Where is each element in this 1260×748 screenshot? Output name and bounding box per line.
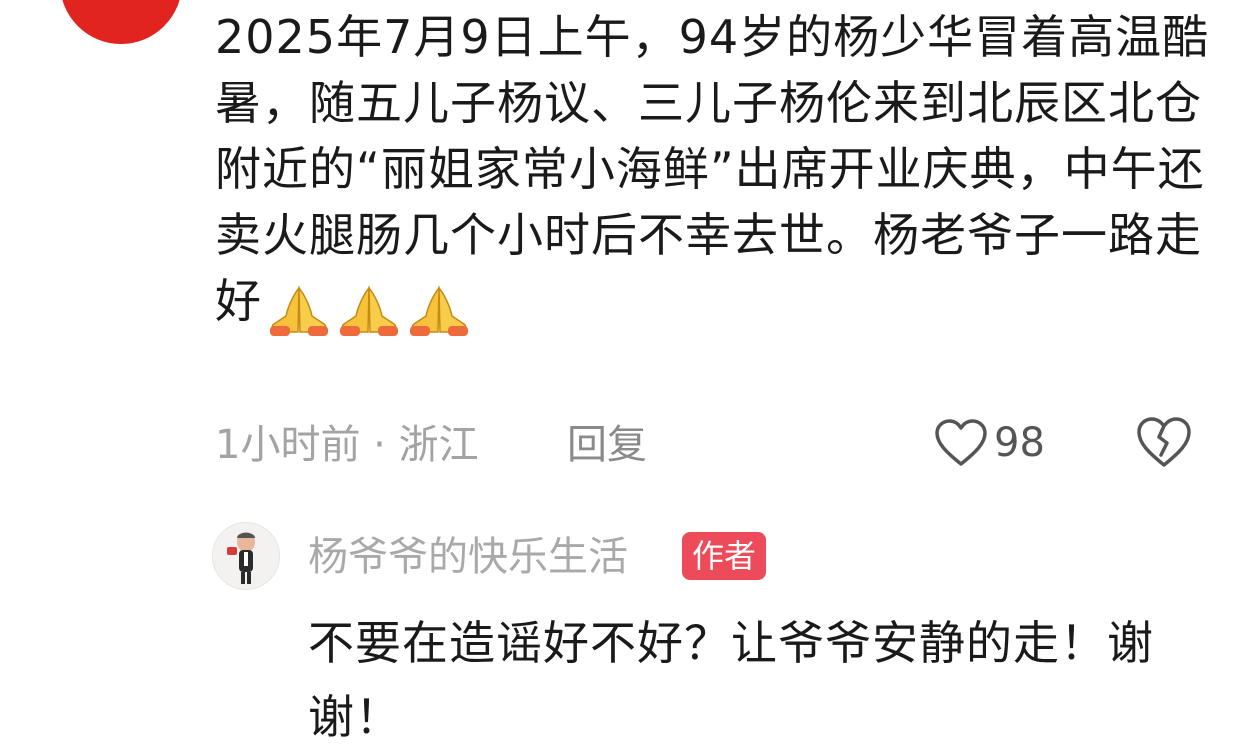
heart-icon (935, 419, 987, 466)
folded-hands-icon (340, 285, 398, 336)
comment-screen: 2025年7月9日上午，94岁的杨少华冒着高温酷暑，随五儿子杨议、三儿子杨伦来到… (0, 0, 1260, 748)
like-button[interactable]: 98 (934, 415, 1045, 471)
commenter-avatar[interactable] (60, 0, 182, 44)
elderly-man-avatar-icon (213, 523, 279, 589)
reply-body: 不要在造谣好不好？让爷爷安静的走！谢谢！ (308, 616, 1154, 744)
comment-time: 1小时前 (215, 422, 361, 468)
dislike-button[interactable] (1135, 415, 1193, 471)
comment-location: 浙江 (398, 422, 479, 468)
folded-hands-icon (270, 285, 328, 336)
author-badge: 作者 (682, 532, 767, 580)
broken-heart-icon (1137, 417, 1191, 467)
author-avatar[interactable] (212, 522, 280, 590)
like-count: 98 (994, 420, 1045, 466)
reply-button[interactable]: 回复 (567, 420, 647, 470)
folded-hands-icon (410, 285, 468, 336)
meta-separator: · (373, 422, 386, 468)
comment-body: 2025年7月9日上午，94岁的杨少华冒着高温酷暑，随五儿子杨议、三儿子杨伦来到… (215, 4, 1225, 340)
emoji-group (266, 274, 476, 340)
author-name[interactable]: 杨爷爷的快乐生活 (308, 532, 628, 582)
comment-meta: 1小时前 · 浙江 (215, 420, 479, 470)
